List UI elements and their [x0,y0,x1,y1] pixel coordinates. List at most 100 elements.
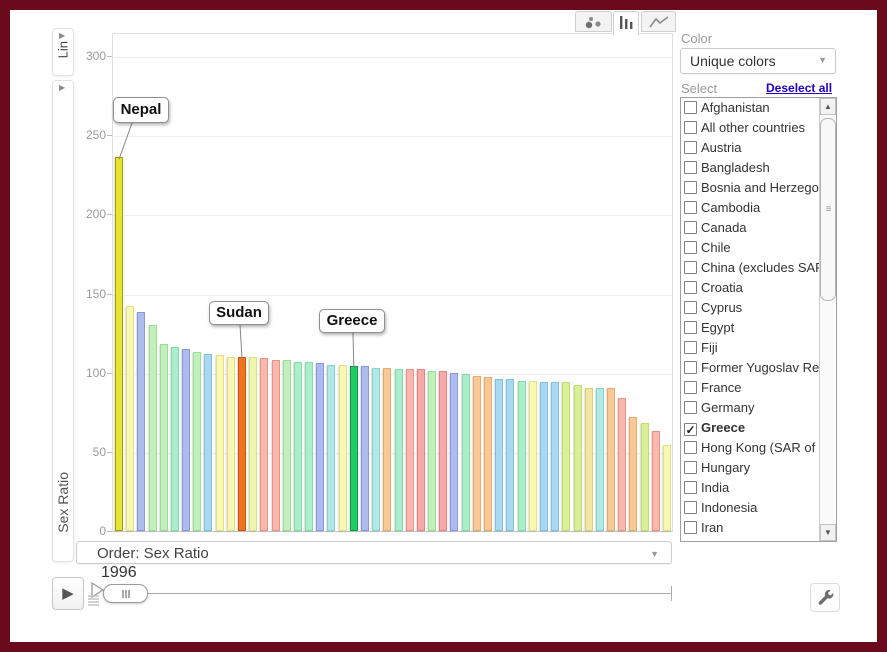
bar-country-21[interactable] [339,365,347,531]
callout-greece[interactable]: Greece [319,309,385,333]
checkbox[interactable] [684,181,697,194]
callout-sudan[interactable]: Sudan [209,301,269,325]
checkbox[interactable] [684,361,697,374]
checkbox[interactable] [684,441,697,454]
bar-country-50[interactable] [663,445,671,531]
bar-country-26[interactable] [395,369,403,531]
checkbox[interactable] [684,521,697,534]
bar-nepal[interactable] [115,157,123,531]
list-item-fiji[interactable]: Fiji [681,338,819,358]
list-item-all-other-countries[interactable]: All other countries [681,118,819,138]
checkbox[interactable] [684,381,697,394]
bar-country-38[interactable] [529,381,537,531]
bar-country-36[interactable] [506,379,514,531]
settings-button[interactable] [810,583,840,612]
y-axis-variable-selector[interactable]: ▶ Sex Ratio [52,80,74,562]
bar-country-40[interactable] [551,382,559,531]
bar-country-43[interactable] [585,388,593,531]
bar-sudan[interactable] [238,357,246,531]
y-scale-selector[interactable]: ▶ Lin [52,28,74,76]
bar-country-4[interactable] [149,325,157,531]
bar-country-34[interactable] [484,377,492,531]
list-item-cyprus[interactable]: Cyprus [681,298,819,318]
timeline-slider-handle[interactable] [103,584,148,603]
list-item-croatia[interactable]: Croatia [681,278,819,298]
bar-country-2[interactable] [126,306,134,531]
bar-country-30[interactable] [439,371,447,531]
checkbox[interactable] [684,201,697,214]
list-item-germany[interactable]: Germany [681,398,819,418]
list-item-china-excludes-sars[interactable]: China (excludes SARs ... [681,258,819,278]
bar-country-15[interactable] [272,360,280,531]
tab-scatter-chart[interactable] [575,11,612,32]
bar-country-49[interactable] [652,431,660,531]
timeline-track[interactable] [104,593,672,594]
bar-country-7[interactable] [182,349,190,531]
list-item-bosnia-and-herzegovina[interactable]: Bosnia and Herzegovina [681,178,819,198]
bar-country-14[interactable] [260,358,268,531]
bar-country-32[interactable] [462,374,470,531]
list-item-former-yugoslav-repu[interactable]: Former Yugoslav Repu... [681,358,819,378]
bar-country-33[interactable] [473,376,481,531]
checkbox[interactable] [684,101,697,114]
checkbox[interactable] [684,221,697,234]
checkbox[interactable] [684,161,697,174]
bar-country-6[interactable] [171,347,179,531]
checkbox[interactable] [684,461,697,474]
checkbox[interactable] [684,401,697,414]
list-item-austria[interactable]: Austria [681,138,819,158]
bar-country-3[interactable] [137,312,145,531]
bar-country-48[interactable] [641,423,649,531]
callout-nepal[interactable]: Nepal [113,97,169,123]
color-mode-dropdown[interactable]: Unique colors ▼ [680,48,836,74]
list-item-france[interactable]: France [681,378,819,398]
list-item-hong-kong-sar-of-ch[interactable]: Hong Kong (SAR of Ch... [681,438,819,458]
listbox-scrollbar[interactable]: ▲ ≡ ▼ [819,98,836,541]
list-item-canada[interactable]: Canada [681,218,819,238]
bar-country-47[interactable] [629,417,637,531]
scrollbar-thumb[interactable]: ≡ [820,118,836,301]
bar-country-45[interactable] [607,388,615,531]
list-item-hungary[interactable]: Hungary [681,458,819,478]
bar-country-16[interactable] [283,360,291,531]
checkbox[interactable] [684,341,697,354]
bar-country-28[interactable] [417,369,425,531]
list-item-iran[interactable]: Iran [681,518,819,538]
checkbox[interactable] [684,481,697,494]
list-item-afghanistan[interactable]: Afghanistan [681,98,819,118]
scroll-down-button[interactable]: ▼ [820,524,836,541]
order-dropdown[interactable]: Order: Sex Ratio ▼ [76,541,672,564]
bar-country-31[interactable] [450,373,458,531]
bar-country-25[interactable] [383,368,391,531]
list-item-cambodia[interactable]: Cambodia [681,198,819,218]
bar-country-13[interactable] [249,357,257,531]
bar-country-20[interactable] [327,365,335,531]
list-item-bangladesh[interactable]: Bangladesh [681,158,819,178]
checkbox[interactable] [684,301,697,314]
list-item-indonesia[interactable]: Indonesia [681,498,819,518]
bar-country-10[interactable] [216,355,224,531]
bar-country-19[interactable] [316,363,324,531]
bar-greece[interactable] [350,366,358,531]
bar-country-44[interactable] [596,388,604,531]
checkbox[interactable] [684,241,697,254]
bar-country-5[interactable] [160,344,168,531]
list-item-egypt[interactable]: Egypt [681,318,819,338]
bar-country-29[interactable] [428,371,436,531]
checkbox-checked[interactable]: ✓ [684,423,697,436]
country-listbox[interactable]: AfghanistanAll other countriesAustriaBan… [680,97,837,542]
play-button[interactable]: ▶ [52,577,84,610]
bar-country-18[interactable] [305,362,313,531]
list-item-iraq[interactable]: Iraq [681,538,819,541]
bar-country-41[interactable] [562,382,570,531]
checkbox[interactable] [684,321,697,334]
bar-country-23[interactable] [361,366,369,531]
checkbox[interactable] [684,261,697,274]
tab-line-chart[interactable] [641,11,676,32]
list-item-greece[interactable]: ✓Greece [681,418,819,438]
checkbox[interactable] [684,121,697,134]
bar-country-46[interactable] [618,398,626,531]
bar-country-11[interactable] [227,357,235,531]
scroll-up-button[interactable]: ▲ [820,98,836,115]
bar-country-37[interactable] [518,381,526,531]
